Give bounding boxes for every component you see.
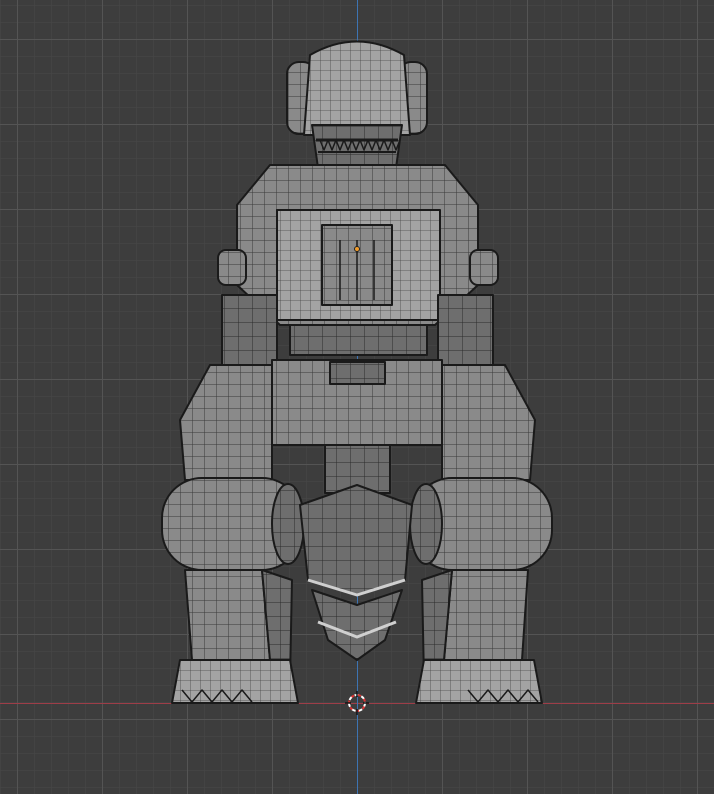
left-hip-joint (161, 477, 305, 571)
right-hip-joint (409, 477, 553, 571)
3d-cursor-icon[interactable] (345, 691, 369, 715)
right-thigh (441, 364, 536, 481)
robot-pelvis (271, 359, 443, 494)
robot-head (286, 40, 428, 176)
left-thigh (179, 364, 273, 481)
left-leg (171, 569, 299, 704)
right-leg (415, 569, 543, 704)
3d-viewport[interactable] (0, 0, 714, 794)
object-origin[interactable] (354, 246, 360, 252)
left-shoulder (217, 249, 247, 286)
crotch-plate (299, 484, 413, 661)
right-shoulder (469, 249, 499, 286)
robot-mesh[interactable] (0, 0, 714, 794)
